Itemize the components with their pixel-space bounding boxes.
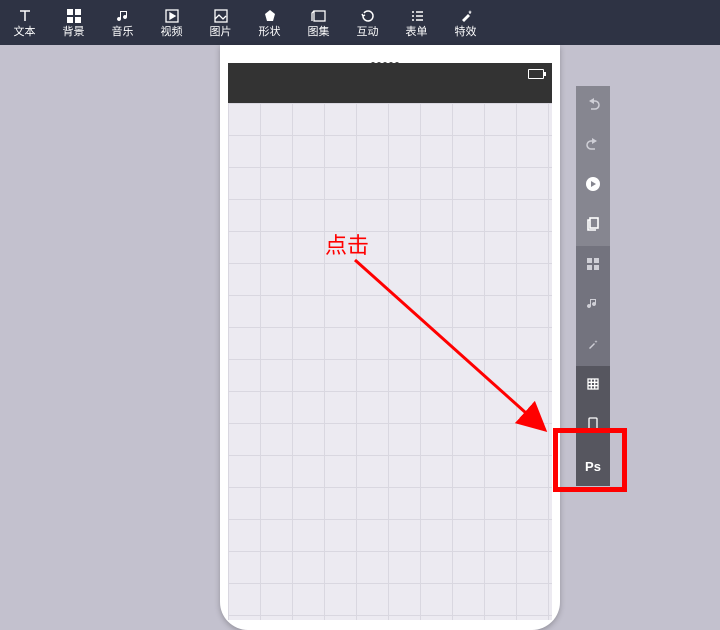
toolbar-label: 文本 xyxy=(14,27,36,38)
interact-icon xyxy=(359,7,377,25)
phone-speaker xyxy=(370,53,410,57)
layout-grid-button[interactable] xyxy=(576,246,610,286)
battery-icon xyxy=(528,69,544,79)
phone-status-bar xyxy=(228,63,552,103)
toolbar-item-effect[interactable]: 特效 xyxy=(441,0,490,45)
image-icon xyxy=(212,7,230,25)
background-icon xyxy=(65,7,83,25)
effects-button[interactable] xyxy=(576,326,610,366)
toolbar-item-image[interactable]: 图片 xyxy=(196,0,245,45)
top-toolbar: 文本 背景 音乐 视频 图片 形状 图集 xyxy=(0,0,720,45)
undo-icon xyxy=(585,96,601,117)
toolbar-item-interact[interactable]: 互动 xyxy=(343,0,392,45)
toolbar-item-video[interactable]: 视频 xyxy=(147,0,196,45)
grid-icon xyxy=(587,377,599,395)
pages-button[interactable] xyxy=(576,206,610,246)
toolbar-label: 背景 xyxy=(63,27,85,38)
toolbar-label: 形状 xyxy=(259,27,281,38)
redo-button[interactable] xyxy=(576,126,610,166)
toolbar-item-music[interactable]: 音乐 xyxy=(98,0,147,45)
pages-icon xyxy=(586,217,600,236)
sparkle-icon xyxy=(587,337,599,355)
music-icon xyxy=(114,7,132,25)
text-icon xyxy=(16,7,34,25)
shape-icon xyxy=(261,7,279,25)
form-icon xyxy=(408,7,426,25)
toolbar-item-gallery[interactable]: 图集 xyxy=(294,0,343,45)
grid4-icon xyxy=(587,257,599,275)
annotation-label: 点击 xyxy=(325,228,369,260)
redo-icon xyxy=(585,136,601,157)
toolbar-label: 音乐 xyxy=(112,27,134,38)
toolbar-item-text[interactable]: 文本 xyxy=(0,0,49,45)
annotation-highlight-box xyxy=(553,428,627,492)
music-button[interactable] xyxy=(576,286,610,326)
play-button[interactable] xyxy=(576,166,610,206)
toolbar-label: 图集 xyxy=(308,27,330,38)
toolbar-label: 表单 xyxy=(406,27,428,38)
play-icon xyxy=(585,176,601,197)
toolbar-item-shape[interactable]: 形状 xyxy=(245,0,294,45)
design-canvas[interactable] xyxy=(228,103,552,620)
toolbar-label: 特效 xyxy=(455,27,477,38)
toolbar-label: 视频 xyxy=(161,27,183,38)
undo-button[interactable] xyxy=(576,86,610,126)
music-icon xyxy=(587,297,599,315)
grid-toggle-button[interactable] xyxy=(576,366,610,406)
video-icon xyxy=(163,7,181,25)
toolbar-label: 图片 xyxy=(210,27,232,38)
effect-icon xyxy=(457,7,475,25)
gallery-icon xyxy=(310,7,328,25)
toolbar-item-background[interactable]: 背景 xyxy=(49,0,98,45)
phone-frame xyxy=(220,45,560,630)
side-toolbar: Ps xyxy=(576,86,610,486)
toolbar-item-form[interactable]: 表单 xyxy=(392,0,441,45)
toolbar-label: 互动 xyxy=(357,27,379,38)
